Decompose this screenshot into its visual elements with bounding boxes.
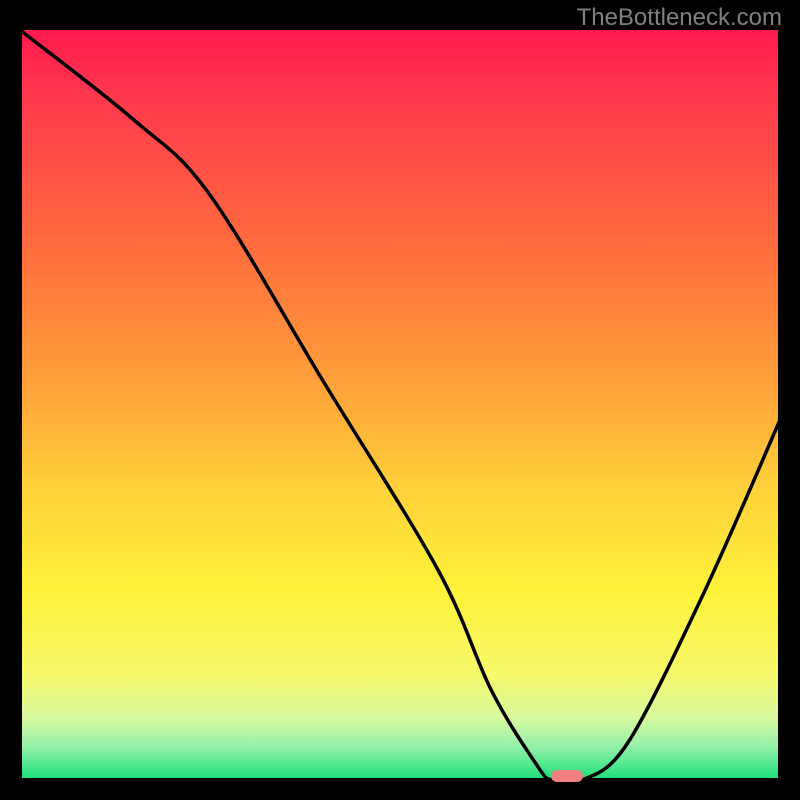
optimal-marker xyxy=(551,770,583,782)
watermark-text: TheBottleneck.com xyxy=(577,4,782,32)
plot-area xyxy=(20,30,780,780)
chart-frame: TheBottleneck.com xyxy=(0,0,800,800)
